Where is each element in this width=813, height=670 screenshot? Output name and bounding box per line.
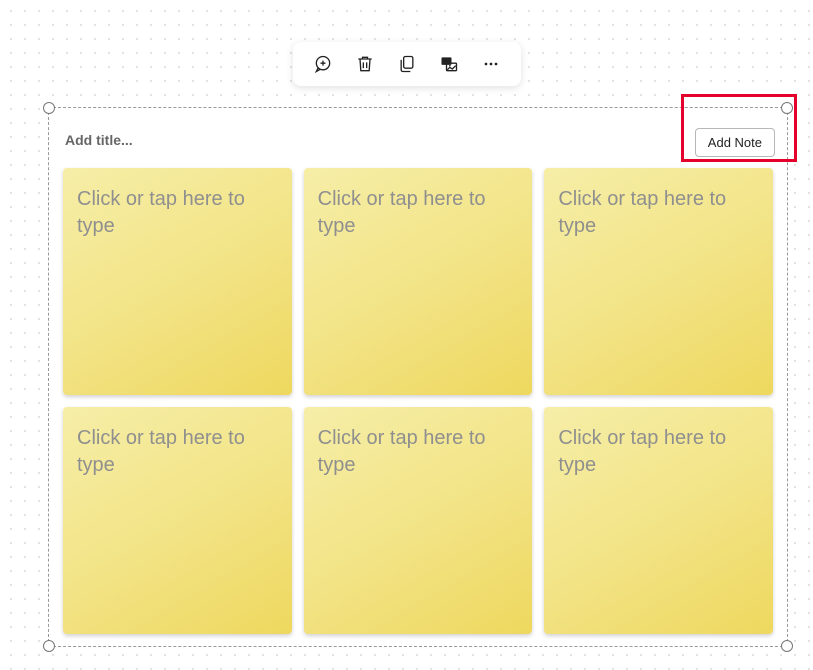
resize-handle-bl[interactable] (43, 640, 55, 652)
delete-icon[interactable] (353, 52, 377, 76)
copy-icon[interactable] (395, 52, 419, 76)
resize-handle-tr[interactable] (781, 102, 793, 114)
notes-grid: Click or tap here to type Click or tap h… (63, 168, 773, 634)
sticky-note[interactable]: Click or tap here to type (304, 407, 533, 634)
sticky-note[interactable]: Click or tap here to type (63, 168, 292, 395)
sticky-note[interactable]: Click or tap here to type (304, 168, 533, 395)
replace-image-icon[interactable] (437, 52, 461, 76)
add-comment-icon[interactable] (311, 52, 335, 76)
floating-toolbar (293, 42, 521, 86)
add-note-button[interactable]: Add Note (695, 128, 775, 157)
resize-handle-br[interactable] (781, 640, 793, 652)
more-icon[interactable] (479, 52, 503, 76)
resize-handle-tl[interactable] (43, 102, 55, 114)
sticky-note[interactable]: Click or tap here to type (544, 407, 773, 634)
sticky-note[interactable]: Click or tap here to type (63, 407, 292, 634)
note-board-container[interactable]: Add title... Add Note Click or tap here … (48, 107, 788, 647)
board-title-input[interactable]: Add title... (65, 132, 133, 148)
sticky-note[interactable]: Click or tap here to type (544, 168, 773, 395)
